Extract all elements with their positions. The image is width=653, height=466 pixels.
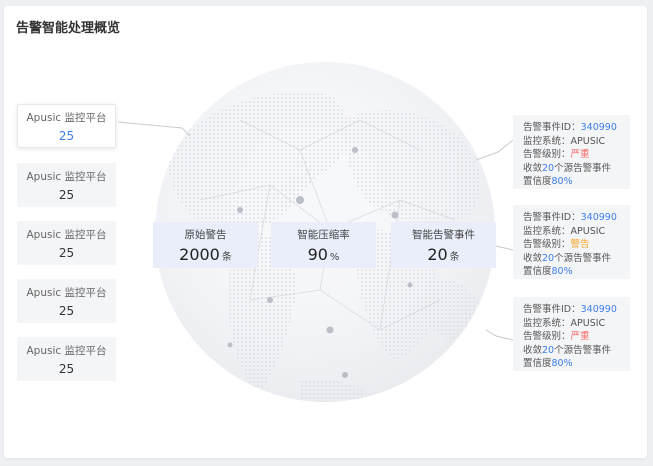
confidence-value: 80% [551,266,573,277]
collected-count: 20 [542,252,555,264]
collected-count: 20 [542,344,555,356]
alert-event-card[interactable]: 告警事件ID：340990 监控系统：APUSIC 告警级别：严重 收敛20个源… [513,297,630,371]
metric-label: 原始警告 [184,229,227,241]
alert-level: 严重 [570,331,590,342]
event-id: 340990 [580,212,617,223]
system-name: APUSIC [570,317,606,329]
source-count: 25 [58,304,75,318]
source-card[interactable]: Apusic 监控平台 25 [17,104,116,148]
metric-compression-rate: 智能压缩率 90% [271,222,376,268]
source-count: 25 [58,362,75,376]
metric-label: 智能告警事件 [412,229,475,241]
alert-level: 严重 [570,149,590,160]
confidence-value: 80% [551,176,573,187]
metric-value: 90% [307,245,340,264]
event-id: 340990 [580,304,617,315]
source-name: Apusic 监控平台 [26,229,107,241]
source-card[interactable]: Apusic 监控平台 25 [17,221,116,265]
source-count: 25 [58,129,75,143]
system-name: APUSIC [570,225,606,237]
source-count: 25 [58,188,75,202]
source-name: Apusic 监控平台 [26,345,107,357]
collected-count: 20 [542,162,555,174]
source-name: Apusic 监控平台 [26,112,107,124]
source-name: Apusic 监控平台 [26,287,107,299]
metric-smart-events: 智能告警事件 20 条 [391,222,496,268]
alert-level: 警告 [570,239,590,250]
metric-unit: % [329,252,340,263]
metric-value: 20 条 [427,245,460,264]
alert-event-card[interactable]: 告警事件ID：340990 监控系统：APUSIC 告警级别：警告 收敛20个源… [513,205,630,279]
source-card[interactable]: Apusic 监控平台 25 [17,163,116,207]
source-card[interactable]: Apusic 监控平台 25 [17,337,116,381]
source-count: 25 [58,246,75,260]
source-card[interactable]: Apusic 监控平台 25 [17,279,116,323]
metric-label: 智能压缩率 [297,229,350,241]
source-name: Apusic 监控平台 [26,171,107,183]
event-id: 340990 [580,122,617,133]
metric-value: 2000 条 [179,245,232,264]
system-name: APUSIC [570,135,606,147]
alert-event-card[interactable]: 告警事件ID：340990 监控系统：APUSIC 告警级别：严重 收敛20个源… [513,115,630,189]
metric-unit: 条 [449,252,460,263]
metric-raw-alerts: 原始警告 2000 条 [153,222,258,268]
metric-unit: 条 [221,252,232,263]
confidence-value: 80% [551,358,573,369]
